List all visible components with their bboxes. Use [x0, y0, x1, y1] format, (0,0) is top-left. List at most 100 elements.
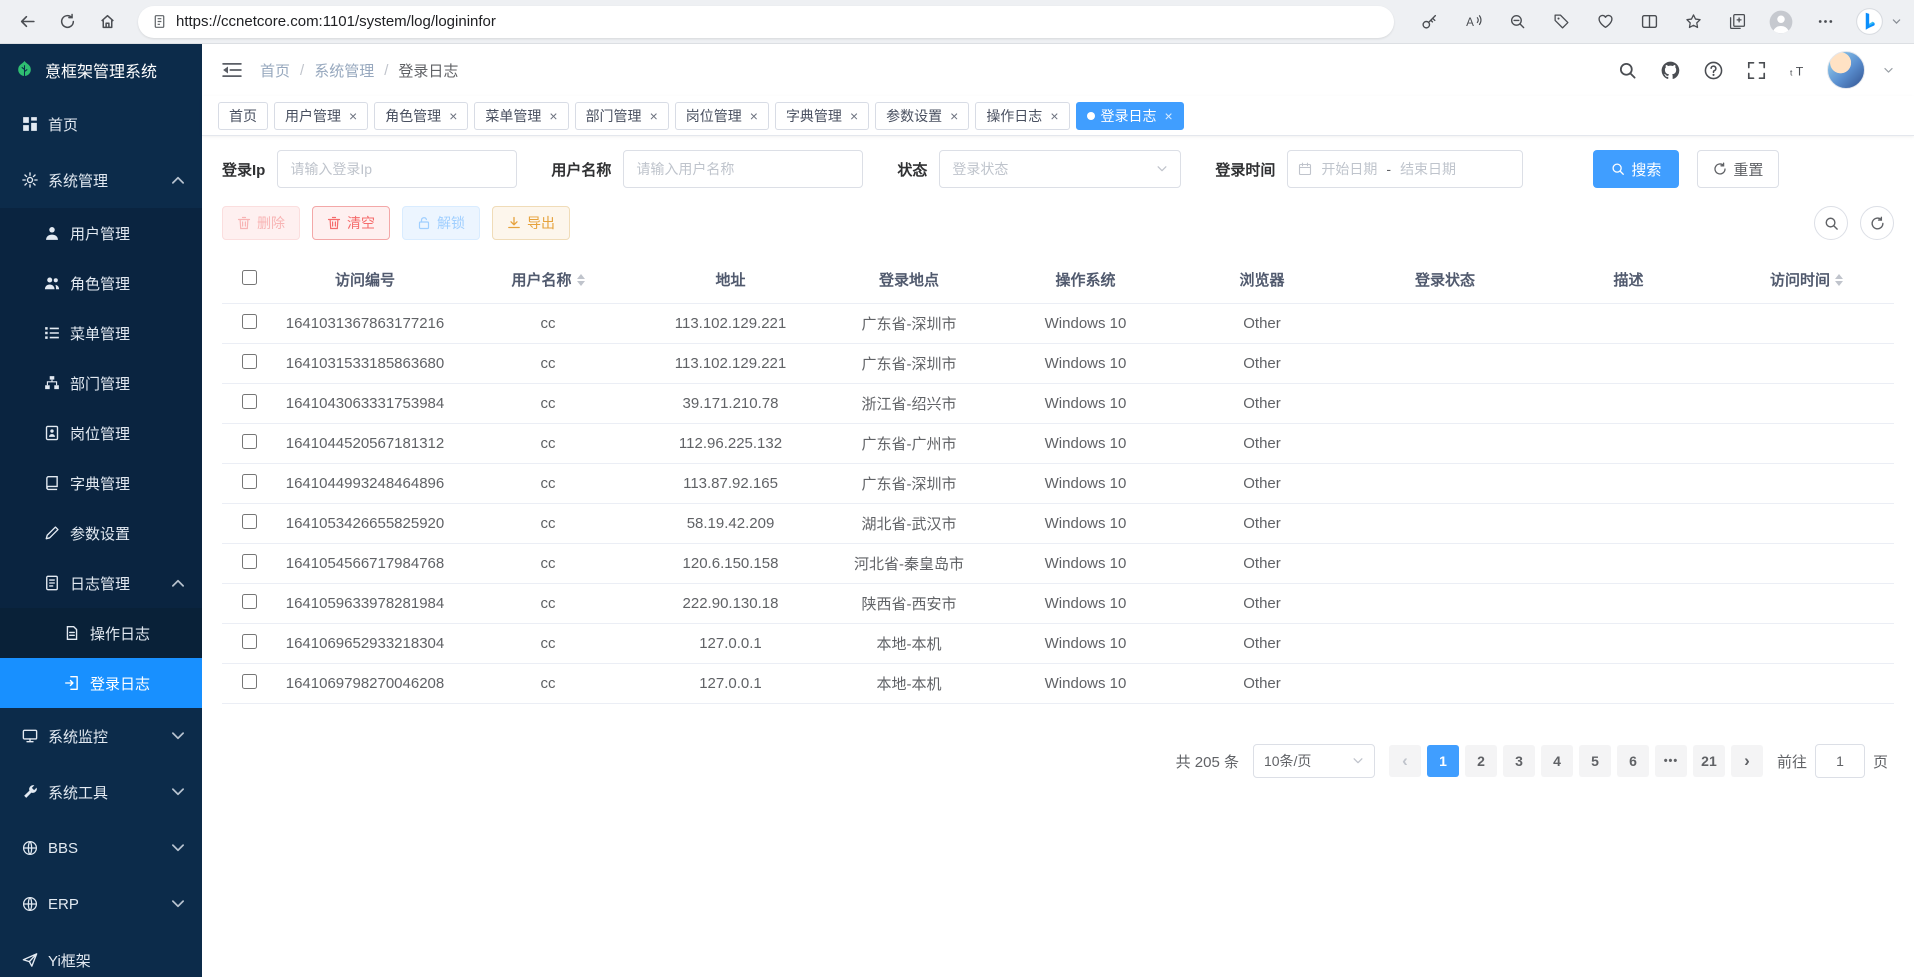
select-all-checkbox[interactable] — [242, 270, 257, 285]
tab-home[interactable]: 首页 — [218, 102, 268, 130]
sidebar-item-system-monitor[interactable]: 系统监控 — [0, 708, 202, 764]
sidebar-item-home[interactable]: 首页 — [0, 96, 202, 152]
more-icon[interactable] — [1808, 5, 1842, 39]
sidebar-item-param-settings[interactable]: 参数设置 — [0, 508, 202, 558]
tab-param-settings[interactable]: 参数设置× — [875, 102, 969, 130]
collections-icon[interactable] — [1720, 5, 1754, 39]
sidebar-item-role-management[interactable]: 角色管理 — [0, 258, 202, 308]
copilot-caret-icon[interactable] — [1888, 5, 1904, 39]
close-icon[interactable]: × — [848, 109, 858, 123]
sidebar-item-log-management[interactable]: 日志管理 — [0, 558, 202, 608]
key-icon[interactable] — [1412, 5, 1446, 39]
row-checkbox[interactable] — [242, 634, 257, 649]
close-icon[interactable]: × — [648, 109, 658, 123]
favorites-icon[interactable] — [1676, 5, 1710, 39]
user-name-input[interactable] — [623, 150, 863, 188]
page-size-select[interactable]: 10条/页 — [1253, 744, 1375, 778]
site-info-icon[interactable] — [152, 14, 167, 29]
more-pages-button[interactable]: ••• — [1655, 745, 1687, 777]
row-checkbox[interactable] — [242, 594, 257, 609]
tab-operation-log[interactable]: 操作日志× — [975, 102, 1069, 130]
profile-icon[interactable] — [1764, 5, 1798, 39]
close-icon[interactable]: × — [547, 109, 557, 123]
close-icon[interactable]: × — [948, 109, 958, 123]
home-icon[interactable] — [90, 5, 124, 39]
goto-page-input[interactable] — [1815, 744, 1865, 778]
next-page-button[interactable]: › — [1731, 745, 1763, 777]
sidebar-item-system-tools[interactable]: 系统工具 — [0, 764, 202, 820]
tab-menu-management[interactable]: 菜单管理× — [474, 102, 568, 130]
reset-button[interactable]: 重置 — [1697, 150, 1779, 188]
page-button-21[interactable]: 21 — [1693, 745, 1725, 777]
close-icon[interactable]: × — [347, 109, 357, 123]
refresh-table-button[interactable] — [1860, 206, 1894, 240]
close-icon[interactable]: × — [447, 109, 457, 123]
status-select[interactable]: 登录状态 — [939, 150, 1181, 188]
search-icon[interactable] — [1618, 61, 1637, 80]
row-checkbox[interactable] — [242, 354, 257, 369]
page-button-3[interactable]: 3 — [1503, 745, 1535, 777]
page-button-4[interactable]: 4 — [1541, 745, 1573, 777]
github-icon[interactable] — [1661, 61, 1680, 80]
tab-dict-management[interactable]: 字典管理× — [775, 102, 869, 130]
back-icon[interactable] — [10, 5, 44, 39]
bing-icon[interactable] — [1852, 5, 1886, 39]
browser-essentials-icon[interactable] — [1588, 5, 1622, 39]
search-button[interactable]: 搜索 — [1593, 150, 1679, 188]
refresh-icon[interactable] — [50, 5, 84, 39]
prev-page-button[interactable]: ‹ — [1389, 745, 1421, 777]
sidebar-item-user-management[interactable]: 用户管理 — [0, 208, 202, 258]
login-ip-input[interactable] — [277, 150, 517, 188]
toggle-search-button[interactable] — [1814, 206, 1848, 240]
sidebar-item-dict-management[interactable]: 字典管理 — [0, 458, 202, 508]
page-button-1[interactable]: 1 — [1427, 745, 1459, 777]
breadcrumb-item[interactable]: 首页 — [260, 60, 290, 81]
row-checkbox[interactable] — [242, 514, 257, 529]
close-icon[interactable]: × — [1163, 109, 1173, 123]
row-checkbox[interactable] — [242, 554, 257, 569]
hamburger-icon[interactable] — [222, 60, 242, 80]
read-aloud-icon[interactable]: A — [1456, 5, 1490, 39]
shopping-icon[interactable] — [1544, 5, 1578, 39]
page-button-2[interactable]: 2 — [1465, 745, 1497, 777]
tab-login-log[interactable]: 登录日志× — [1076, 102, 1184, 130]
row-checkbox[interactable] — [242, 434, 257, 449]
row-checkbox[interactable] — [242, 474, 257, 489]
sidebar-item-login-log[interactable]: 登录日志 — [0, 658, 202, 708]
sidebar-item-yi-framework[interactable]: Yi框架 — [0, 932, 202, 977]
sidebar-item-menu-management[interactable]: 菜单管理 — [0, 308, 202, 358]
sort-icon[interactable] — [577, 274, 585, 286]
page-button-5[interactable]: 5 — [1579, 745, 1611, 777]
clear-button[interactable]: 清空 — [312, 206, 390, 240]
url-bar[interactable]: https://ccnetcore.com:1101/system/log/lo… — [138, 6, 1394, 38]
column-header[interactable]: 用户名称 — [454, 256, 642, 304]
fullscreen-icon[interactable] — [1747, 61, 1766, 80]
close-icon[interactable]: × — [1048, 109, 1058, 123]
sidebar-item-dept-management[interactable]: 部门管理 — [0, 358, 202, 408]
sidebar-item-operation-log[interactable]: 操作日志 — [0, 608, 202, 658]
page-button-6[interactable]: 6 — [1617, 745, 1649, 777]
row-checkbox[interactable] — [242, 314, 257, 329]
breadcrumb-item[interactable]: 系统管理 — [314, 60, 374, 81]
close-icon[interactable]: × — [748, 109, 758, 123]
column-header[interactable]: 访问时间 — [1719, 256, 1894, 304]
sidebar-item-system-management[interactable]: 系统管理 — [0, 152, 202, 208]
delete-button[interactable]: 删除 — [222, 206, 300, 240]
export-button[interactable]: 导出 — [492, 206, 570, 240]
avatar[interactable] — [1827, 51, 1865, 89]
tab-dept-management[interactable]: 部门管理× — [575, 102, 669, 130]
sort-icon[interactable] — [1835, 274, 1843, 286]
row-checkbox[interactable] — [242, 674, 257, 689]
tab-role-management[interactable]: 角色管理× — [374, 102, 468, 130]
row-checkbox[interactable] — [242, 394, 257, 409]
question-icon[interactable] — [1704, 61, 1723, 80]
font-size-icon[interactable]: tT — [1790, 61, 1809, 80]
sidebar-item-post-management[interactable]: 岗位管理 — [0, 408, 202, 458]
sidebar-item-bbs[interactable]: BBS — [0, 820, 202, 876]
chevron-down-icon[interactable] — [1883, 65, 1894, 76]
date-range-picker[interactable]: 开始日期 - 结束日期 — [1287, 150, 1523, 188]
tab-user-management[interactable]: 用户管理× — [274, 102, 368, 130]
zoom-icon[interactable] — [1500, 5, 1534, 39]
split-screen-icon[interactable] — [1632, 5, 1666, 39]
tab-post-management[interactable]: 岗位管理× — [675, 102, 769, 130]
